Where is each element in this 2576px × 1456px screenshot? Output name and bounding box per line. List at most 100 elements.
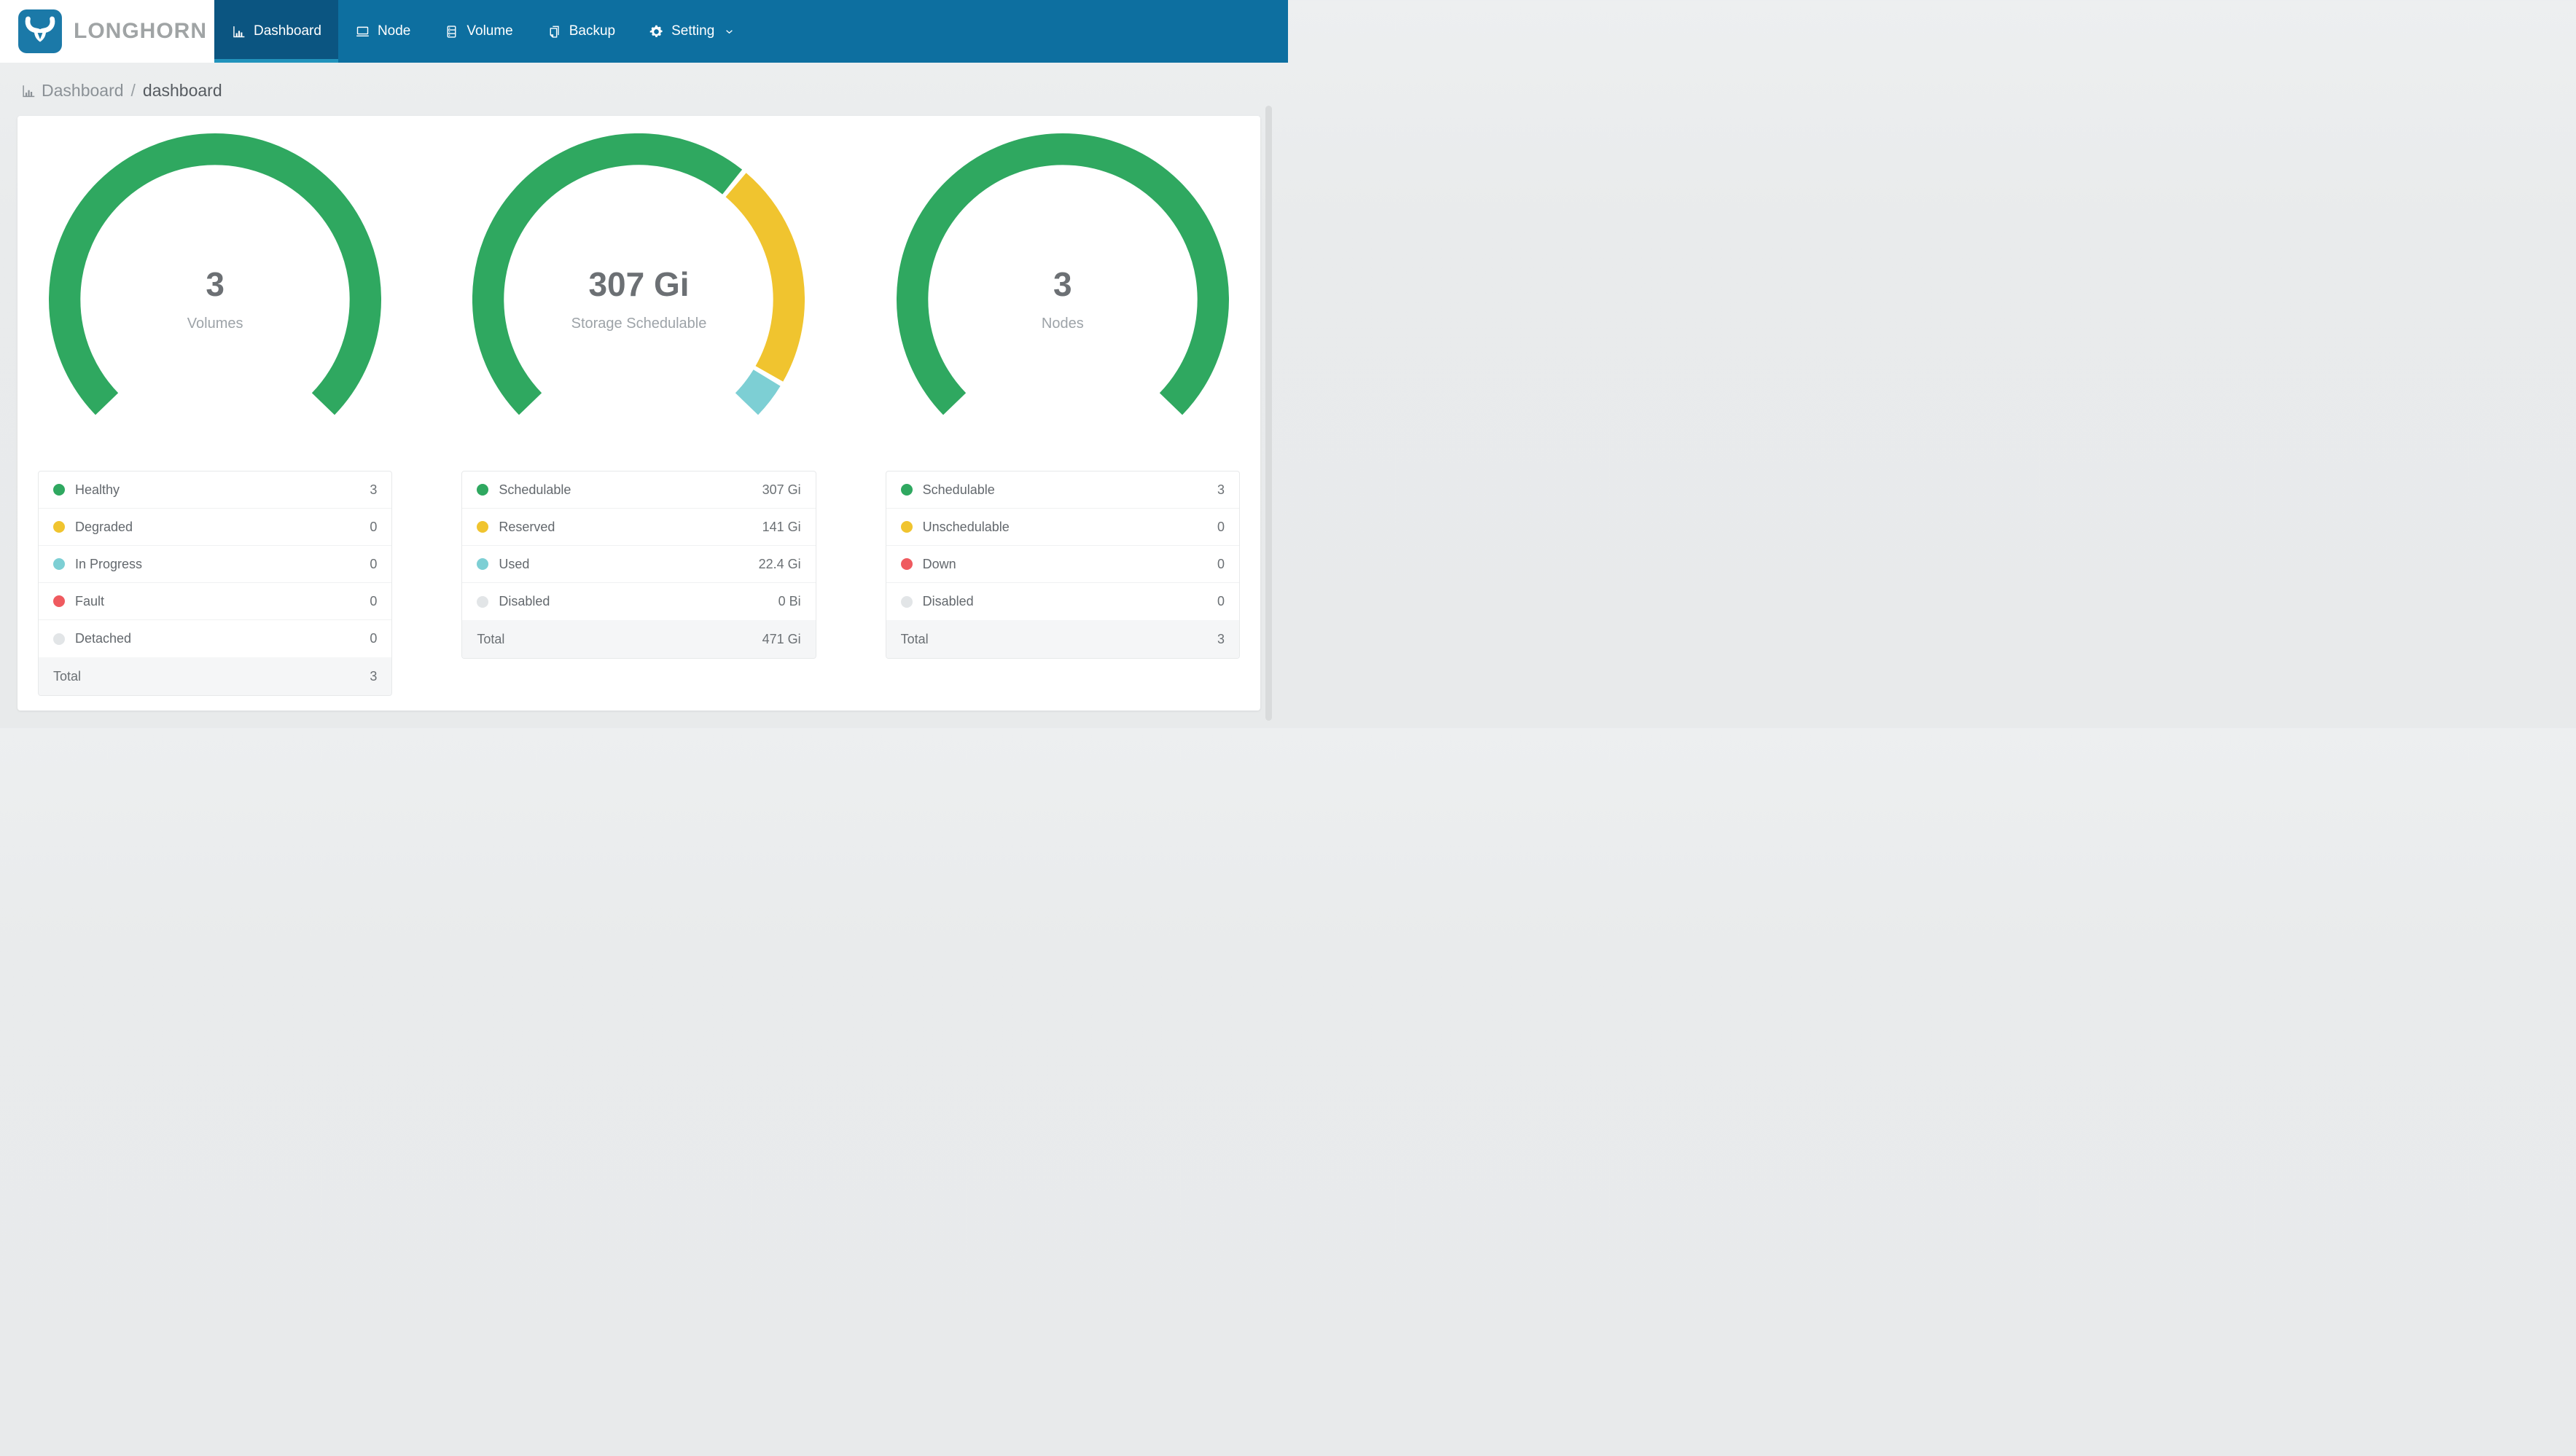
brand-home-link[interactable]: LONGHORN — [0, 0, 214, 63]
legend-row: Used 22.4 Gi — [462, 546, 816, 583]
storage-panel: 307 Gi Storage Schedulable Schedulable 30… — [461, 133, 816, 696]
legend-row: In Progress 0 — [39, 546, 392, 583]
legend-row: Schedulable 3 — [886, 471, 1239, 509]
legend-total-value: 3 — [1217, 631, 1225, 646]
legend-value: 0 — [370, 593, 378, 608]
gauge-segment-schedulable — [472, 133, 743, 415]
legend-label: Schedulable — [499, 482, 571, 497]
chevron-down-icon — [723, 26, 735, 38]
legend-color-dot — [900, 484, 913, 496]
nav-tab-label: Volume — [467, 23, 513, 39]
gauge-segment-used — [735, 369, 781, 415]
legend-row: Healthy 3 — [39, 471, 392, 509]
legend-value: 22.4 Gi — [758, 556, 801, 571]
legend-color-dot — [900, 558, 913, 570]
main-nav: Dashboard Node Volume Backup Setting — [214, 0, 752, 63]
legend-color-dot — [477, 558, 489, 570]
breadcrumb-section-link[interactable]: Dashboard — [42, 81, 124, 101]
volumes-gauge-chart: 3 Volumes — [49, 133, 382, 466]
legend-color-dot — [900, 595, 913, 608]
vertical-scrollbar-thumb[interactable] — [1265, 106, 1272, 721]
volumes-panel: 3 Volumes Healthy 3 Degraded 0 In Progress 0 F… — [38, 133, 393, 696]
volumes-legend-table: Healthy 3 Degraded 0 In Progress 0 Fault 0 Detac… — [38, 471, 393, 696]
dashboard-card: 3 Volumes Healthy 3 Degraded 0 In Progress 0 F… — [17, 116, 1260, 711]
legend-row: Schedulable 307 Gi — [462, 471, 816, 509]
breadcrumb-current-page: dashboard — [142, 81, 222, 100]
legend-color-dot — [53, 521, 65, 533]
legend-color-dot — [477, 484, 489, 496]
legend-value: 3 — [370, 482, 378, 497]
nav-tab-volume[interactable]: Volume — [427, 0, 529, 63]
legend-row: Fault 0 — [39, 583, 392, 620]
laptop-icon — [355, 24, 370, 39]
legend-total-row: Total 3 — [886, 620, 1239, 658]
legend-value: 0 Bi — [778, 594, 801, 608]
legend-label: Schedulable — [922, 482, 995, 497]
nodes-legend-table: Schedulable 3 Unschedulable 0 Down 0 Disabled 0… — [885, 471, 1240, 659]
legend-total-row: Total 471 Gi — [462, 620, 816, 658]
legend-value: 3 — [1217, 482, 1225, 497]
gauge-segment-healthy — [49, 133, 382, 415]
legend-value: 0 — [1217, 594, 1225, 608]
legend-color-dot — [53, 558, 65, 570]
storage-gauge-chart: 307 Gi Storage Schedulable — [472, 133, 805, 466]
legend-value: 307 Gi — [762, 482, 801, 497]
legend-value: 0 — [1217, 519, 1225, 534]
legend-row: Down 0 — [886, 546, 1239, 583]
legend-label: Degraded — [75, 519, 133, 534]
legend-total-value: 471 Gi — [762, 631, 801, 646]
nav-tab-label: Setting — [671, 23, 715, 39]
legend-row: Degraded 0 — [39, 509, 392, 546]
nav-tab-dashboard[interactable]: Dashboard — [214, 0, 338, 63]
legend-value: 0 — [370, 631, 378, 646]
legend-color-dot — [53, 633, 65, 645]
nodes-gauge-chart: 3 Nodes — [896, 133, 1229, 466]
legend-value: 0 — [370, 519, 378, 534]
legend-label: Used — [499, 556, 530, 571]
legend-total-label: Total — [477, 631, 505, 646]
top-navbar: LONGHORN Dashboard Node Volume Backup Se… — [0, 0, 1288, 63]
gear-icon — [649, 24, 664, 39]
nav-tab-label: Backup — [569, 23, 616, 39]
legend-value: 141 Gi — [762, 519, 801, 534]
legend-label: Down — [922, 556, 956, 571]
brand-name: LONGHORN — [74, 19, 207, 43]
legend-label: Disabled — [499, 594, 550, 608]
nav-tab-node[interactable]: Node — [338, 0, 427, 63]
legend-value: 0 — [1217, 556, 1225, 571]
legend-label: Detached — [75, 631, 132, 646]
legend-total-label: Total — [53, 668, 82, 684]
nav-tab-label: Dashboard — [254, 23, 321, 39]
legend-total-row: Total 3 — [39, 657, 392, 695]
legend-color-dot — [900, 521, 913, 533]
storage-legend-table: Schedulable 307 Gi Reserved 141 Gi Used 22.4 … — [461, 471, 816, 659]
breadcrumb-separator: / — [130, 81, 136, 100]
nav-tab-setting[interactable]: Setting — [632, 0, 752, 63]
legend-label: Fault — [75, 593, 105, 608]
legend-row: Disabled 0 Bi — [462, 583, 815, 620]
copy-icon — [547, 24, 562, 39]
nav-tab-label: Node — [377, 23, 411, 39]
legend-row: Disabled 0 — [886, 583, 1239, 620]
longhorn-logo-icon — [17, 9, 63, 54]
legend-label: Disabled — [922, 594, 974, 608]
legend-label: Healthy — [75, 482, 120, 497]
legend-color-dot — [477, 595, 489, 608]
longhorn-app: LONGHORN Dashboard Node Volume Backup Se… — [0, 0, 1288, 721]
legend-color-dot — [53, 484, 65, 496]
nav-tab-backup[interactable]: Backup — [530, 0, 632, 63]
legend-total-label: Total — [900, 631, 929, 646]
legend-color-dot — [477, 521, 489, 533]
gauge-segment-reserved — [725, 173, 805, 382]
legend-total-value: 3 — [370, 668, 378, 684]
legend-label: Reserved — [499, 519, 555, 534]
breadcrumb: Dashboard / dashboard — [0, 63, 1288, 116]
bar-chart-icon — [231, 24, 246, 39]
bar-chart-icon — [20, 83, 36, 99]
gauge-segment-schedulable — [896, 133, 1229, 415]
legend-label: In Progress — [75, 556, 143, 571]
database-icon — [444, 24, 459, 39]
nodes-panel: 3 Nodes Schedulable 3 Unschedulable 0 Down 0 D… — [885, 133, 1240, 696]
legend-row: Detached 0 — [39, 620, 391, 657]
legend-row: Unschedulable 0 — [886, 509, 1239, 546]
